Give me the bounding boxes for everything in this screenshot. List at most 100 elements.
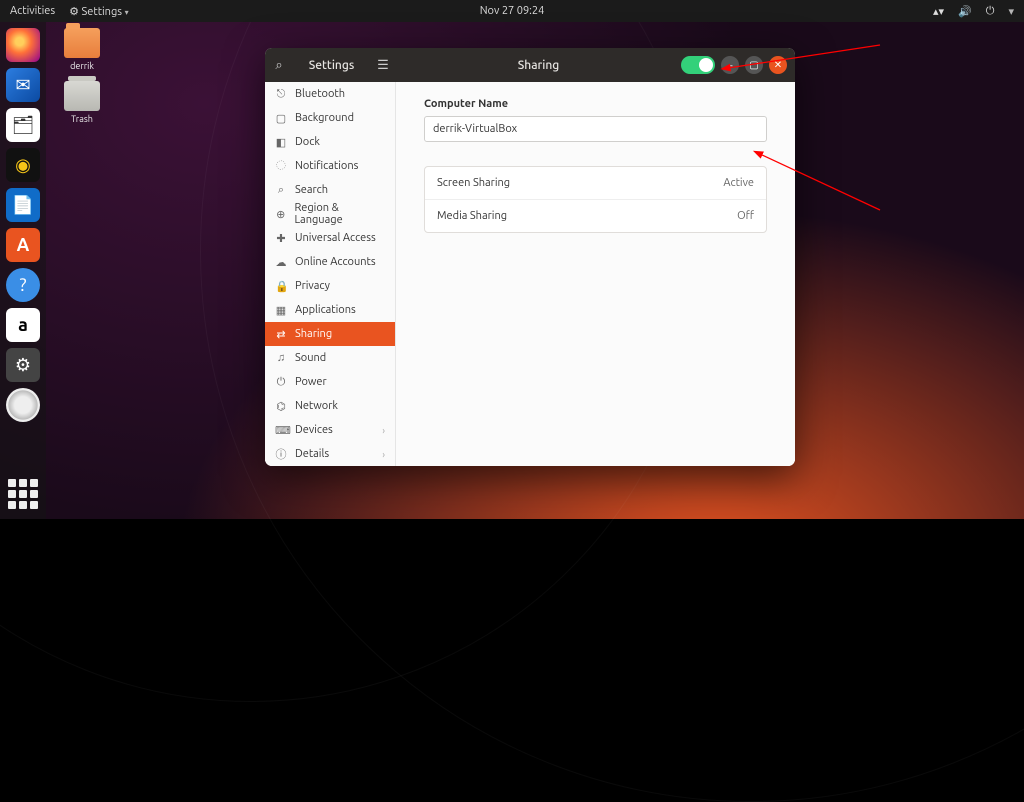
sidebar-item-label: Dock — [295, 136, 320, 148]
sidebar-item-label: Background — [295, 112, 354, 124]
sidebar-item-label: Sound — [295, 352, 326, 364]
sidebar-item-icon: ⊕ — [275, 208, 286, 221]
sidebar-item-label: Devices — [295, 424, 333, 436]
sidebar-item-power[interactable]: ⏻ Power — [265, 370, 395, 394]
sharing-options-list: Screen Sharing Active Media SharingOff — [424, 166, 767, 233]
trash-icon — [64, 81, 100, 111]
sidebar-item-icon: ☁ — [275, 256, 287, 269]
dock-help-icon[interactable]: ? — [6, 268, 40, 302]
row-label: Screen Sharing — [437, 177, 510, 189]
hamburger-button[interactable]: ☰ — [370, 48, 396, 82]
maximize-button[interactable]: ▢ — [745, 56, 763, 74]
computer-name-input[interactable] — [424, 116, 767, 142]
titlebar[interactable]: ⌕ Settings ☰ Sharing – ▢ ✕ — [265, 48, 795, 82]
home-folder-label: derrik — [54, 61, 110, 71]
settings-content: Computer Name Screen Sharing Active Media … — [396, 82, 795, 466]
settings-window: ⌕ Settings ☰ Sharing – ▢ ✕ ⎋ Bluetooth ▢ Ba… — [265, 48, 795, 466]
sidebar-item-online-accounts[interactable]: ☁ Online Accounts — [265, 250, 395, 274]
search-icon: ⌕ — [275, 58, 282, 73]
dock-firefox-icon[interactable] — [6, 28, 40, 62]
chevron-right-icon: › — [382, 425, 385, 436]
settings-sidebar: ⎋ Bluetooth ▢ Background ◧ Dock ◌ Notifications… — [265, 82, 396, 466]
activities-button[interactable]: Activities — [10, 5, 55, 17]
sidebar-item-label: Online Accounts — [295, 256, 376, 268]
dock-settings-icon[interactable]: ⚙ — [6, 348, 40, 382]
trash-label: Trash — [54, 114, 110, 124]
sidebar-item-icon: ♫ — [275, 352, 287, 364]
sharing-row-screen-sharing[interactable]: Screen Sharing Active — [425, 167, 766, 200]
sidebar-item-icon: ▢ — [275, 112, 287, 125]
dock-amazon-icon[interactable]: a — [6, 308, 40, 342]
sidebar-item-icon: ⏻ — [275, 376, 287, 389]
chevron-right-icon: › — [382, 449, 385, 460]
dock-rhythmbox-icon[interactable]: ◉ — [6, 148, 40, 182]
sidebar-item-icon: ⎋ — [275, 88, 287, 101]
sidebar-item-privacy[interactable]: 🔒Privacy — [265, 274, 395, 298]
sidebar-item-icon: ▦ — [275, 304, 287, 317]
row-label: Media Sharing — [437, 210, 507, 222]
sidebar-item-dock[interactable]: ◧ Dock — [265, 130, 395, 154]
sidebar-item-icon: ⇄ — [275, 328, 287, 341]
sidebar-item-notifications[interactable]: ◌ Notifications — [265, 154, 395, 178]
sidebar-item-network[interactable]: ⌬ Network — [265, 394, 395, 418]
power-icon: ⏻ — [986, 5, 995, 18]
sidebar-item-label: Applications — [295, 304, 356, 316]
sidebar-item-label: Region & Language — [294, 202, 385, 226]
sidebar-item-icon: ◧ — [275, 136, 287, 149]
sidebar-item-label: Privacy — [295, 280, 330, 292]
gear-icon: ⚙ — [69, 6, 79, 18]
dock-thunderbird-icon[interactable]: ✉ — [6, 68, 40, 102]
search-button[interactable]: ⌕ — [265, 48, 293, 82]
app-menu[interactable]: ⚙ Settings ▾ — [69, 5, 129, 18]
clock[interactable]: Nov 27 09:24 — [480, 5, 545, 17]
sidebar-item-icon: ◌ — [275, 160, 287, 172]
sidebar-item-sharing[interactable]: ⇄ Sharing — [265, 322, 395, 346]
sidebar-item-universal-access[interactable]: ✚ Universal Access — [265, 226, 395, 250]
sidebar-item-devices[interactable]: ⌨ Devices › — [265, 418, 395, 442]
sidebar-item-background[interactable]: ▢ Background — [265, 106, 395, 130]
dock: ✉ 🗂 ◉ 📄 ? a ⚙ — [0, 22, 46, 519]
minimize-button[interactable]: – — [721, 56, 739, 74]
system-tray[interactable]: ▴▾ 🔊 ⏻ ▾ — [933, 5, 1014, 18]
show-applications-button[interactable] — [8, 479, 38, 509]
computer-name-label: Computer Name — [424, 98, 767, 110]
home-folder[interactable]: derrik — [54, 28, 110, 71]
close-button[interactable]: ✕ — [769, 56, 787, 74]
dock-writer-icon[interactable]: 📄 — [6, 188, 40, 222]
sidebar-item-search[interactable]: ⌕Search — [265, 178, 395, 202]
dock-disc-icon[interactable] — [6, 388, 40, 422]
sidebar-item-icon: ✚ — [275, 232, 287, 245]
sidebar-title: Settings — [293, 59, 370, 72]
sidebar-item-icon: ⓘ — [275, 446, 287, 462]
sidebar-item-details[interactable]: ⓘ Details › — [265, 442, 395, 466]
sidebar-item-label: Bluetooth — [295, 88, 345, 100]
sidebar-item-label: Notifications — [295, 160, 358, 172]
app-menu-label: Settings — [82, 6, 123, 18]
sidebar-item-icon: ⌨ — [275, 424, 287, 437]
sidebar-item-label: Details — [295, 448, 329, 460]
window-title: Sharing — [396, 59, 681, 72]
row-status: Active — [723, 177, 754, 189]
sharing-row-media-sharing[interactable]: Media SharingOff — [425, 200, 766, 232]
sidebar-item-region-language[interactable]: ⊕ Region & Language — [265, 202, 395, 226]
sharing-master-toggle[interactable] — [681, 56, 715, 74]
dock-files-icon[interactable]: 🗂 — [6, 108, 40, 142]
desktop-icons: derrik Trash — [54, 28, 110, 134]
sidebar-item-applications[interactable]: ▦ Applications — [265, 298, 395, 322]
sidebar-item-icon: ⌬ — [275, 400, 287, 413]
sidebar-item-label: Power — [295, 376, 327, 388]
sidebar-item-label: Search — [295, 184, 328, 196]
trash[interactable]: Trash — [54, 81, 110, 124]
sidebar-item-sound[interactable]: ♫ Sound — [265, 346, 395, 370]
top-panel: Activities ⚙ Settings ▾ Nov 27 09:24 ▴▾ … — [0, 0, 1024, 22]
chevron-down-icon: ▾ — [125, 8, 129, 17]
sidebar-item-label: Universal Access — [295, 232, 376, 244]
menu-icon: ☰ — [377, 58, 389, 73]
dock-software-icon[interactable] — [6, 228, 40, 262]
sidebar-item-bluetooth[interactable]: ⎋ Bluetooth — [265, 82, 395, 106]
volume-icon: 🔊 — [958, 5, 972, 18]
chevron-down-icon: ▾ — [1008, 5, 1014, 18]
network-icon: ▴▾ — [933, 5, 944, 18]
sidebar-item-label: Network — [295, 400, 338, 412]
sidebar-item-label: Sharing — [295, 328, 332, 340]
